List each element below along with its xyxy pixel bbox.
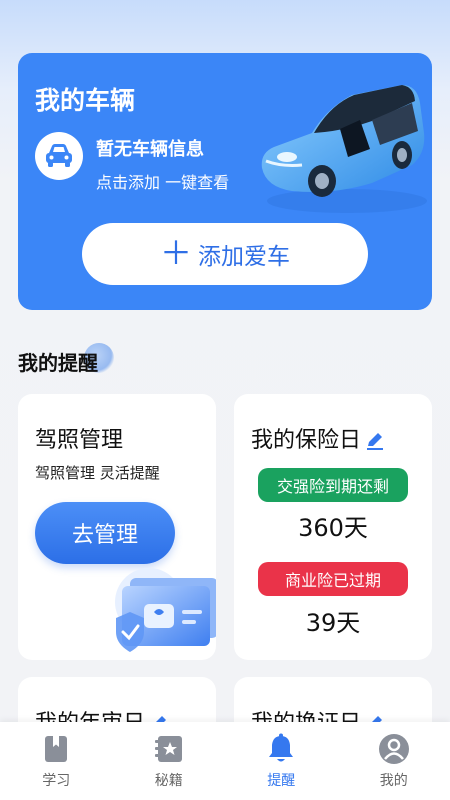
car-avatar	[35, 132, 83, 180]
no-vehicle-info: 暂无车辆信息	[96, 139, 204, 160]
plus-icon: ＋	[159, 233, 192, 272]
nav-item-reminder[interactable]: 提醒	[225, 722, 338, 800]
nav-label-reminder: 提醒	[267, 773, 296, 789]
nav-item-study[interactable]: 学习	[0, 722, 113, 800]
insurance-card-title: 我的保险日	[251, 422, 385, 454]
commercial-insurance-badge: 商业险已过期	[258, 562, 408, 596]
insurance-card[interactable]: 我的保险日 交强险到期还剩 360天 商业险已过期 39天	[234, 394, 432, 660]
license-card-title: 驾照管理	[35, 428, 124, 453]
nav-label-mine: 我的	[379, 773, 408, 789]
license-card[interactable]: 驾照管理 驾照管理 灵活提醒 去管理	[18, 394, 216, 660]
section-title: 我的提醒	[18, 351, 98, 375]
vehicle-card[interactable]: 我的车辆 暂无车辆信息 点击添加 一键查看 ＋ 添加爱车	[18, 53, 432, 310]
bottom-nav: 学习 秘籍 提醒 我的	[0, 722, 450, 800]
vehicle-card-title: 我的车辆	[35, 86, 136, 115]
nav-item-tips[interactable]: 秘籍	[113, 722, 226, 800]
nav-label-study: 学习	[42, 773, 71, 789]
license-card-subtitle: 驾照管理 灵活提醒	[35, 464, 160, 482]
nav-label-tips: 秘籍	[154, 773, 183, 789]
bell-icon	[265, 733, 297, 765]
insurance-title-text: 我的保险日	[251, 428, 362, 453]
license-illustration	[115, 568, 216, 652]
commercial-insurance-days: 39天	[305, 609, 361, 637]
car-icon	[46, 144, 72, 167]
add-car-label: 添加爱车	[198, 244, 290, 270]
compulsory-insurance-days: 360天	[298, 514, 368, 542]
add-car-button[interactable]: ＋ 添加爱车	[82, 223, 368, 285]
book-icon	[40, 733, 72, 765]
compulsory-insurance-badge: 交强险到期还剩	[258, 468, 408, 502]
manage-license-button[interactable]: 去管理	[35, 502, 175, 564]
no-vehicle-hint: 点击添加 一键查看	[96, 173, 230, 192]
nav-item-mine[interactable]: 我的	[338, 722, 450, 800]
car-illustration	[261, 85, 427, 213]
edit-icon[interactable]	[365, 431, 385, 451]
cheat-book-icon	[153, 733, 185, 765]
profile-icon	[378, 733, 410, 765]
